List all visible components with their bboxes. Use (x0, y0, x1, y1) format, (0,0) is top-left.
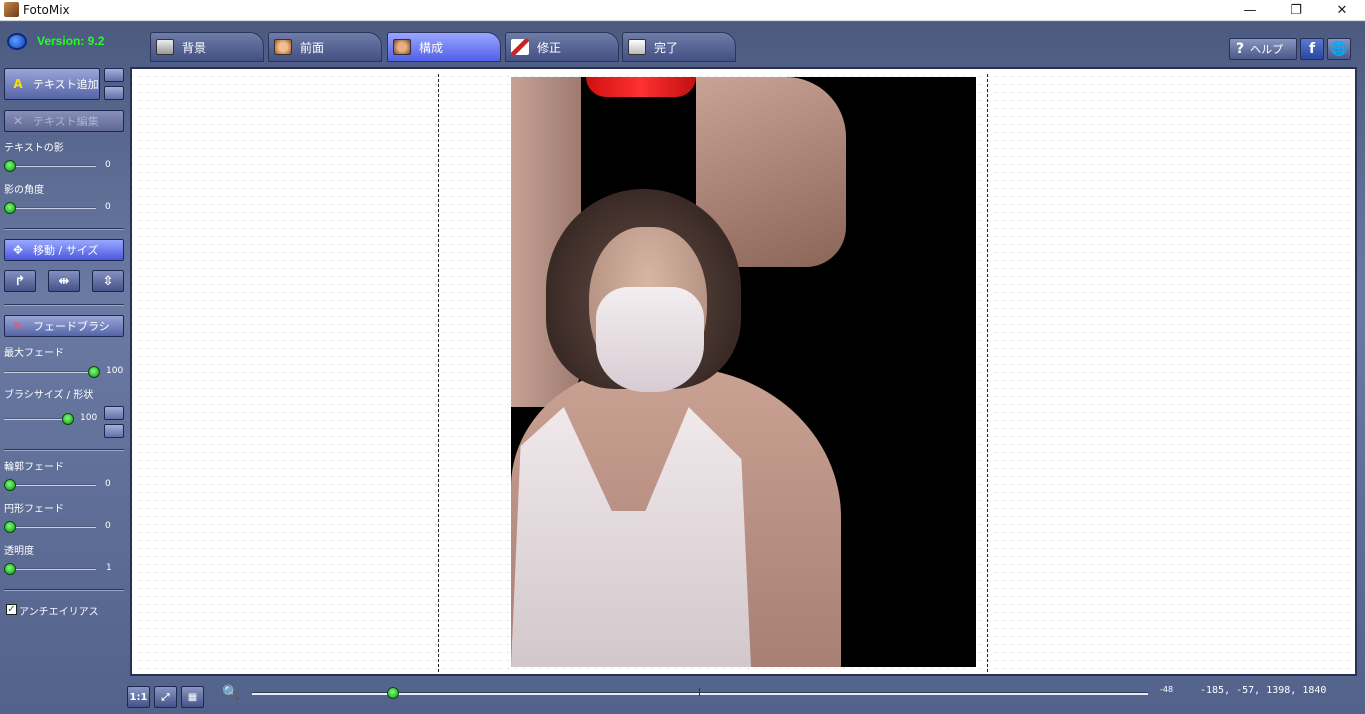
brush-shape-square-button[interactable] (104, 424, 124, 438)
help-label: ヘルプ (1250, 43, 1284, 56)
divider (4, 304, 124, 306)
fit-to-window-button[interactable]: ⤢ (154, 686, 177, 708)
divider (4, 449, 124, 451)
window-title: FotoMix (23, 3, 70, 17)
edge-fade-label: 輪郭フェード (4, 462, 64, 473)
close-button[interactable]: ✕ (1319, 0, 1365, 21)
transparency-slider[interactable] (4, 563, 96, 575)
add-text-button[interactable]: A テキスト追加 (4, 68, 100, 100)
edit-text-button[interactable]: ✕ テキスト編集 (4, 110, 124, 132)
tab-label: 背景 (182, 40, 207, 55)
text-shadow-value: 0 (105, 160, 111, 170)
actual-size-button[interactable]: 1:1 (127, 686, 150, 708)
grid-toggle-button[interactable]: ▦ (181, 686, 204, 708)
move-size-button[interactable]: ✥ 移動 / サイズ (4, 239, 124, 261)
antialias-label: アンチエイリアス (19, 607, 99, 618)
foreground-photo[interactable] (511, 77, 976, 667)
web-button[interactable]: 🌐 (1327, 38, 1351, 60)
tab-label: 修正 (537, 40, 562, 55)
brush-size-slider[interactable] (4, 413, 74, 425)
finish-icon (628, 39, 646, 55)
compose-icon (393, 39, 411, 55)
text-option-button-1[interactable] (104, 68, 124, 82)
circular-fade-label: 円形フェード (4, 504, 64, 515)
edit-text-icon: ✕ (12, 114, 24, 128)
logo-icon (7, 33, 27, 50)
move-size-label: 移動 / サイズ (33, 244, 99, 257)
circular-fade-slider[interactable] (4, 521, 96, 533)
edge-fade-value: 0 (105, 479, 111, 489)
abc-icon: A (13, 77, 23, 91)
max-fade-label: 最大フェード (4, 348, 64, 359)
shadow-angle-label: 影の角度 (4, 185, 44, 196)
tab-label: 前面 (300, 40, 325, 55)
shadow-angle-slider[interactable] (4, 202, 96, 214)
antialias-checkbox[interactable]: ✓ (6, 604, 17, 615)
brush-shape-round-button[interactable] (104, 406, 124, 420)
tab-label: 完了 (654, 40, 679, 55)
tab-finish[interactable]: 完了 (622, 32, 736, 62)
move-icon: ✥ (12, 243, 24, 257)
zoom-icon: 🔍 (222, 685, 240, 701)
crop-guide-right[interactable] (987, 74, 988, 672)
transparency-value: 1 (106, 563, 112, 573)
max-fade-slider[interactable] (4, 366, 100, 378)
divider (4, 589, 124, 591)
version-label: Version: 9.2 (37, 34, 105, 48)
text-shadow-slider[interactable] (4, 160, 96, 172)
rotate-button[interactable]: ↱ (4, 270, 36, 292)
brush-icon: ✎ (12, 319, 24, 333)
maximize-button[interactable]: ❐ (1273, 0, 1319, 21)
tab-retouch[interactable]: 修正 (505, 32, 619, 62)
circular-fade-value: 0 (105, 521, 111, 531)
question-icon: ? (1236, 41, 1245, 57)
text-option-button-2[interactable] (104, 86, 124, 100)
add-text-label: テキスト追加 (33, 78, 99, 91)
foreground-icon (274, 39, 292, 55)
transparency-label: 透明度 (4, 546, 34, 557)
fade-brush-button[interactable]: ✎ フェードブラシ (4, 315, 124, 337)
brush-size-value: 100 (80, 413, 98, 423)
edge-fade-slider[interactable] (4, 479, 96, 491)
facebook-button[interactable]: f (1300, 38, 1324, 60)
minimize-button[interactable]: — (1227, 0, 1273, 21)
text-shadow-label: テキストの影 (4, 143, 64, 154)
crop-guide-left[interactable] (438, 74, 439, 672)
shadow-angle-value: 0 (105, 202, 111, 212)
divider (4, 228, 124, 230)
background-icon (156, 39, 174, 55)
zoom-slider-knob[interactable] (387, 687, 399, 699)
help-button[interactable]: ? ヘルプ (1229, 38, 1297, 60)
zoom-value: -48 (1160, 685, 1174, 694)
zoom-center-tick (699, 688, 700, 696)
composition-canvas[interactable] (130, 67, 1357, 676)
tab-label: 構成 (419, 40, 444, 55)
app-icon (4, 2, 19, 17)
flip-horizontal-button[interactable]: ⇹ (48, 270, 80, 292)
tab-foreground[interactable]: 前面 (268, 32, 382, 62)
edit-text-label: テキスト編集 (33, 115, 99, 128)
brush-size-label: ブラシサイズ / 形状 (4, 390, 94, 401)
brush-icon (511, 39, 529, 55)
max-fade-value: 100 (106, 366, 124, 376)
fade-brush-label: フェードブラシ (33, 320, 110, 333)
coordinates-readout: -185, -57, 1398, 1840 (1200, 685, 1327, 696)
flip-vertical-button[interactable]: ⇳ (92, 270, 124, 292)
title-bar: FotoMix — ❐ ✕ (0, 0, 1365, 21)
tab-background[interactable]: 背景 (150, 32, 264, 62)
tab-compose[interactable]: 構成 (387, 32, 501, 62)
